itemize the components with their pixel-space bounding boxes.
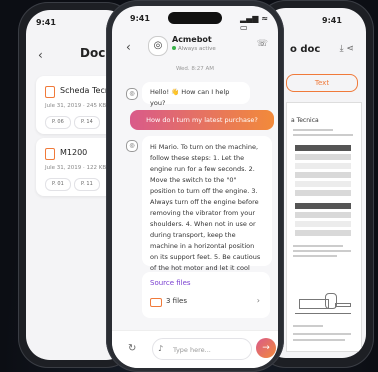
document-icon	[45, 148, 55, 160]
text-line	[293, 325, 323, 327]
document-icon	[45, 86, 55, 98]
status-time: 9:41	[322, 16, 342, 25]
chat-input-bar: ↻ Type here... ♪ →	[112, 330, 278, 368]
back-chevron-icon[interactable]: ‹	[126, 40, 131, 54]
back-chevron-icon[interactable]: ‹	[38, 48, 43, 62]
text-line	[293, 250, 351, 252]
status-icons: ▂▄▆ ≈ ▭	[240, 14, 268, 32]
document-heading: a Tecnica	[291, 117, 319, 124]
page-chip[interactable]: P. 14	[74, 116, 100, 129]
table-row	[295, 172, 351, 178]
document-meta: Jule 31, 2019 · 122 KB	[45, 165, 107, 171]
text-line	[293, 255, 337, 257]
share-icon[interactable]: ⋖	[346, 44, 354, 54]
refresh-icon[interactable]: ↻	[128, 343, 136, 354]
user-message: How do I turn my latest purchase?	[130, 110, 274, 130]
text-line	[293, 129, 333, 131]
folder-icon	[150, 298, 162, 307]
document-name: M1200	[60, 148, 88, 157]
technical-drawing	[295, 291, 351, 314]
chevron-right-icon: ›	[256, 296, 260, 305]
bot-avatar-icon: ◎	[126, 88, 138, 100]
page-chip[interactable]: P. 11	[74, 178, 100, 191]
table-row	[295, 230, 351, 236]
phone-call-icon[interactable]: ☏	[257, 39, 268, 49]
page-title: o doc	[290, 44, 321, 55]
bot-message: Hello! 👋 How can I help you?	[142, 82, 250, 107]
text-line	[293, 245, 343, 247]
table-header	[295, 203, 351, 209]
text-toggle[interactable]: Text	[286, 74, 358, 92]
table-row	[295, 221, 351, 227]
page-chip[interactable]: P. 06	[45, 116, 71, 129]
table-row	[295, 154, 351, 160]
download-icon[interactable]: ⤓	[340, 44, 344, 54]
bot-message: Hi Mario. To turn on the machine, follow…	[142, 136, 272, 283]
bot-status: Always active	[172, 46, 216, 52]
text-line	[293, 339, 345, 341]
microphone-icon[interactable]: ♪	[158, 344, 163, 353]
document-meta: Jule 31, 2019 · 245 KB	[45, 103, 107, 109]
dynamic-island	[168, 12, 222, 24]
table-row	[295, 212, 351, 218]
source-files-title: Source files	[150, 279, 191, 287]
table-row	[295, 190, 351, 196]
status-time: 9:41	[130, 14, 150, 23]
text-line	[293, 333, 351, 335]
bot-name: Acmebot	[172, 35, 212, 44]
page-chip[interactable]: P. 01	[45, 178, 71, 191]
chat-screen: 9:41 ▂▄▆ ≈ ▭ ‹ ◎ Acmebot Always active ☏…	[112, 6, 278, 368]
table-row	[295, 181, 351, 187]
message-input[interactable]: Type here...	[152, 338, 252, 360]
source-files-card[interactable]: Source files 3 files ›	[142, 272, 270, 318]
document-preview[interactable]: a Tecnica	[286, 102, 362, 352]
send-button[interactable]: →	[256, 338, 276, 358]
center-phone: 9:41 ▂▄▆ ≈ ▭ ‹ ◎ Acmebot Always active ☏…	[106, 0, 284, 372]
source-files-count: 3 files	[166, 297, 187, 305]
chat-date: Wed. 8:27 AM	[175, 66, 215, 72]
toolbar-icons: ⤓ ⋖	[340, 44, 354, 54]
status-time: 9:41	[36, 18, 56, 27]
table-header	[295, 145, 351, 151]
text-line	[293, 134, 353, 136]
bot-avatar-icon: ◎	[148, 36, 168, 56]
table-row	[295, 163, 351, 169]
bot-avatar-icon: ◎	[126, 140, 138, 152]
online-dot-icon	[172, 46, 176, 50]
